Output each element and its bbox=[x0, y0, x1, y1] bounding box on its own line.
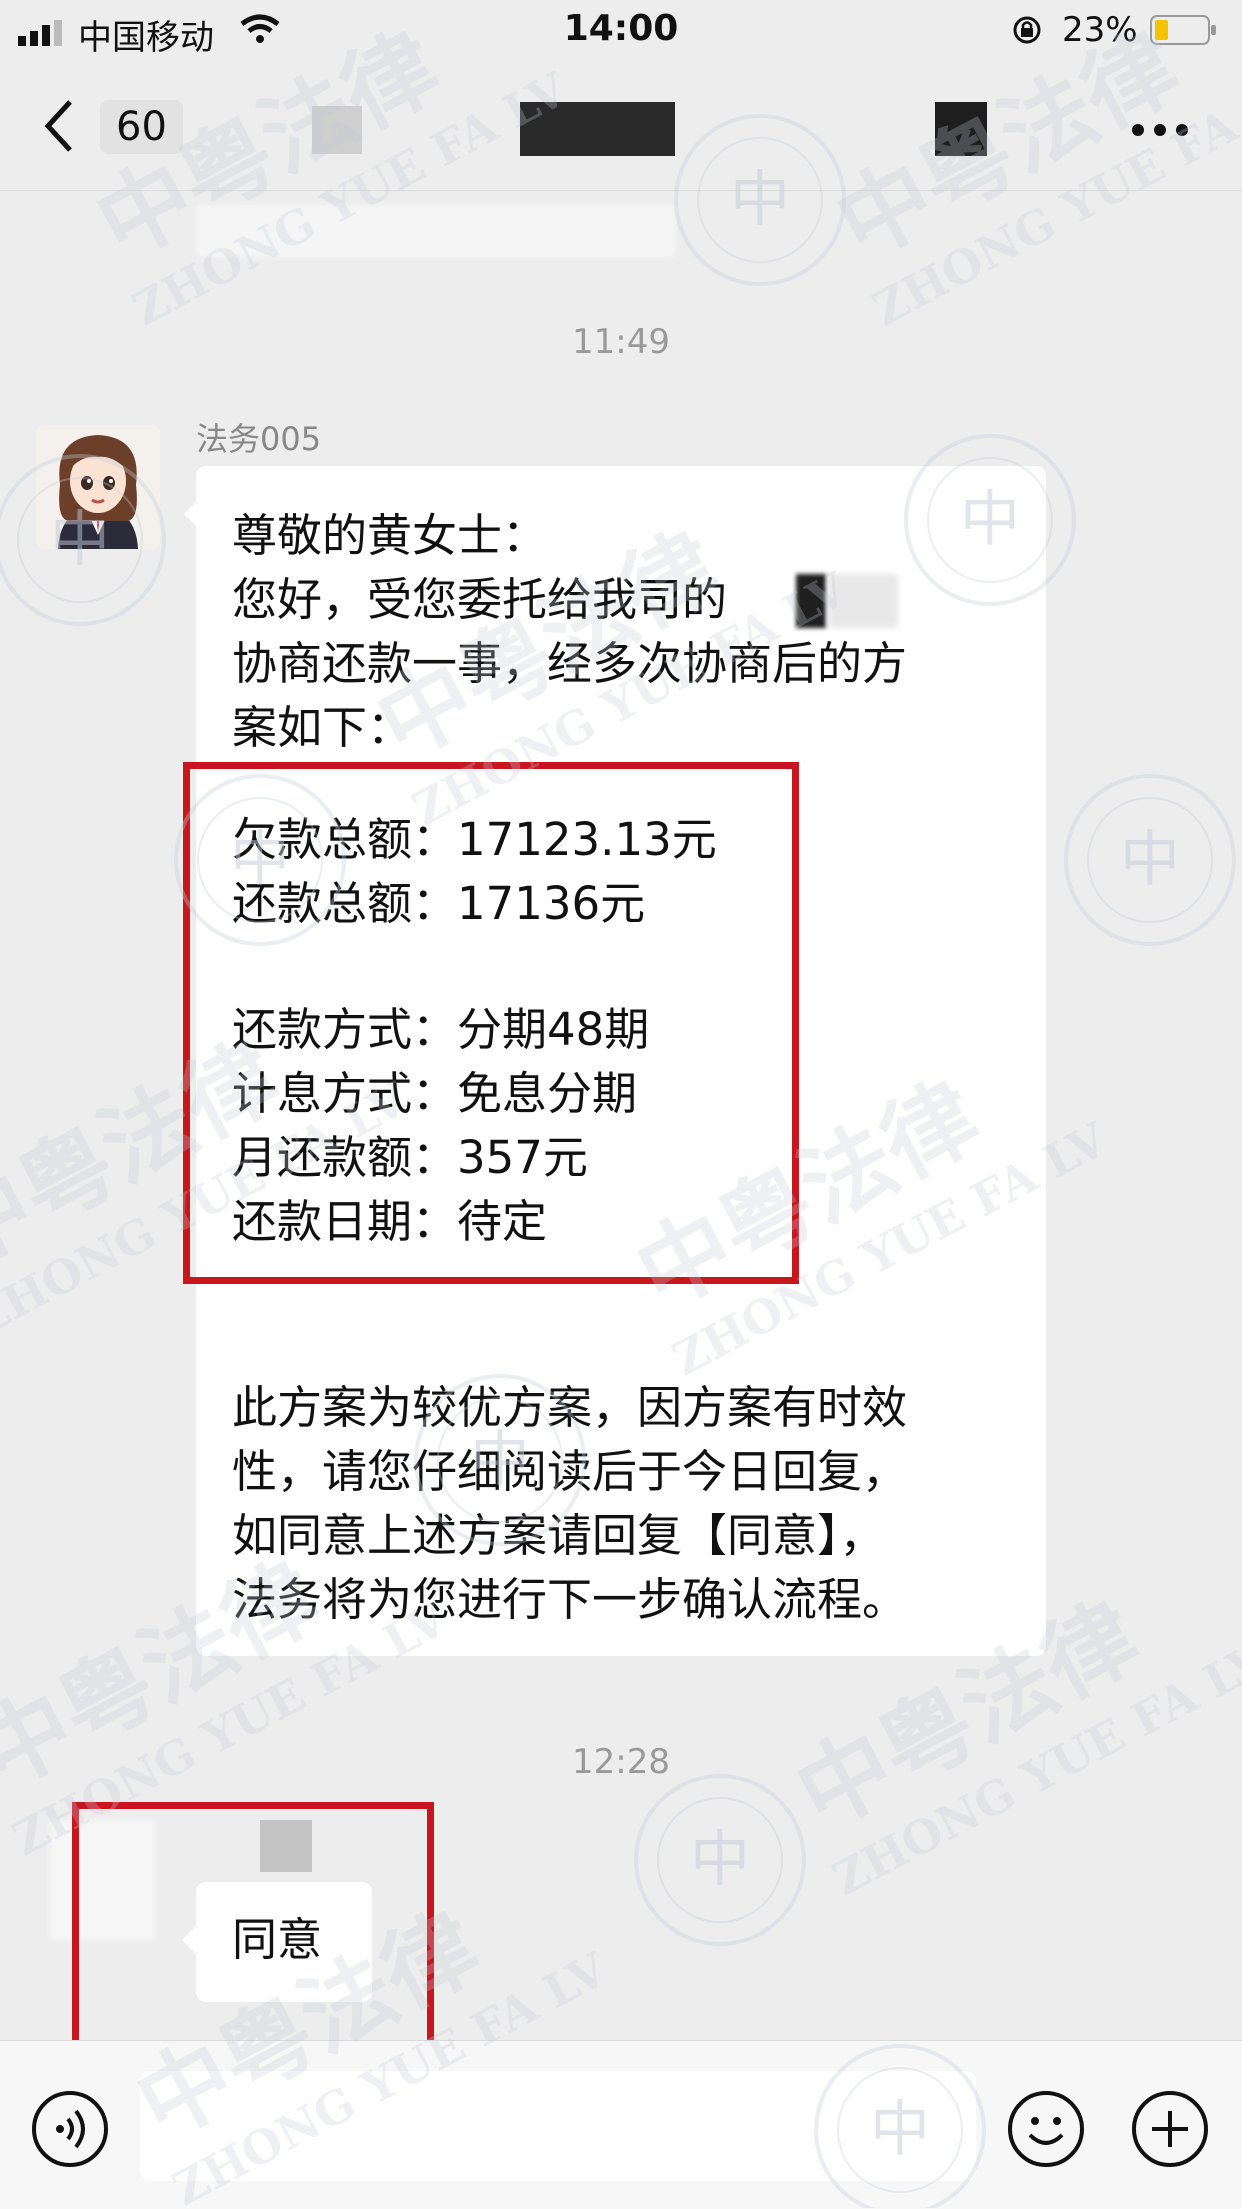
message-timestamp: 12:28 bbox=[572, 1742, 670, 1782]
plus-icon[interactable] bbox=[1130, 2089, 1210, 2169]
input-toolbar bbox=[0, 2040, 1242, 2209]
rotation-lock-icon bbox=[1013, 16, 1041, 44]
battery-percent: 23% bbox=[1062, 10, 1138, 50]
status-bar: 中国移动 14:00 23% bbox=[0, 0, 1242, 62]
message-line: 协商还款一事，经多次协商后的方 bbox=[232, 637, 908, 690]
redacted-title-part bbox=[312, 106, 362, 154]
message-timestamp: 11:49 bbox=[572, 322, 670, 362]
chat-header: 60 bbox=[0, 62, 1242, 191]
message-line: 如同意上述方案请回复【同意】， bbox=[232, 1509, 885, 1562]
voice-icon[interactable] bbox=[30, 2089, 110, 2169]
message-input[interactable] bbox=[140, 2071, 976, 2181]
highlight-box-reply bbox=[72, 1802, 434, 2066]
emoji-icon[interactable] bbox=[1006, 2089, 1086, 2169]
redacted-title-part bbox=[935, 102, 987, 156]
watermark-seal: 中 bbox=[1120, 825, 1180, 895]
redacted-previous-message bbox=[196, 205, 676, 257]
back-chevron-icon[interactable] bbox=[40, 98, 80, 154]
sender-name: 法务005 bbox=[196, 420, 322, 458]
more-icon[interactable] bbox=[1130, 122, 1190, 138]
unread-count[interactable]: 60 bbox=[100, 100, 183, 154]
avatar[interactable] bbox=[36, 425, 160, 549]
highlight-box-plan bbox=[183, 762, 799, 1284]
redacted-text bbox=[828, 574, 898, 628]
lawyer-avatar-icon bbox=[36, 425, 160, 549]
message-line: 此方案为较优方案，因方案有时效 bbox=[232, 1381, 908, 1434]
redacted-text bbox=[796, 574, 826, 628]
battery-icon bbox=[1150, 15, 1216, 45]
message-line: 尊敬的黄女士： bbox=[232, 509, 548, 562]
message-line: 案如下： bbox=[232, 701, 413, 754]
message-line: 法务将为您进行下一步确认流程。 bbox=[232, 1573, 908, 1626]
clock: 14:00 bbox=[563, 8, 679, 49]
message-line: 性，请您仔细阅读后于今日回复， bbox=[232, 1445, 908, 1498]
message-line: 您好，受您委托给我司的 bbox=[232, 573, 728, 626]
watermark-seal: 中 bbox=[690, 1825, 750, 1895]
redacted-title-part bbox=[520, 102, 675, 156]
